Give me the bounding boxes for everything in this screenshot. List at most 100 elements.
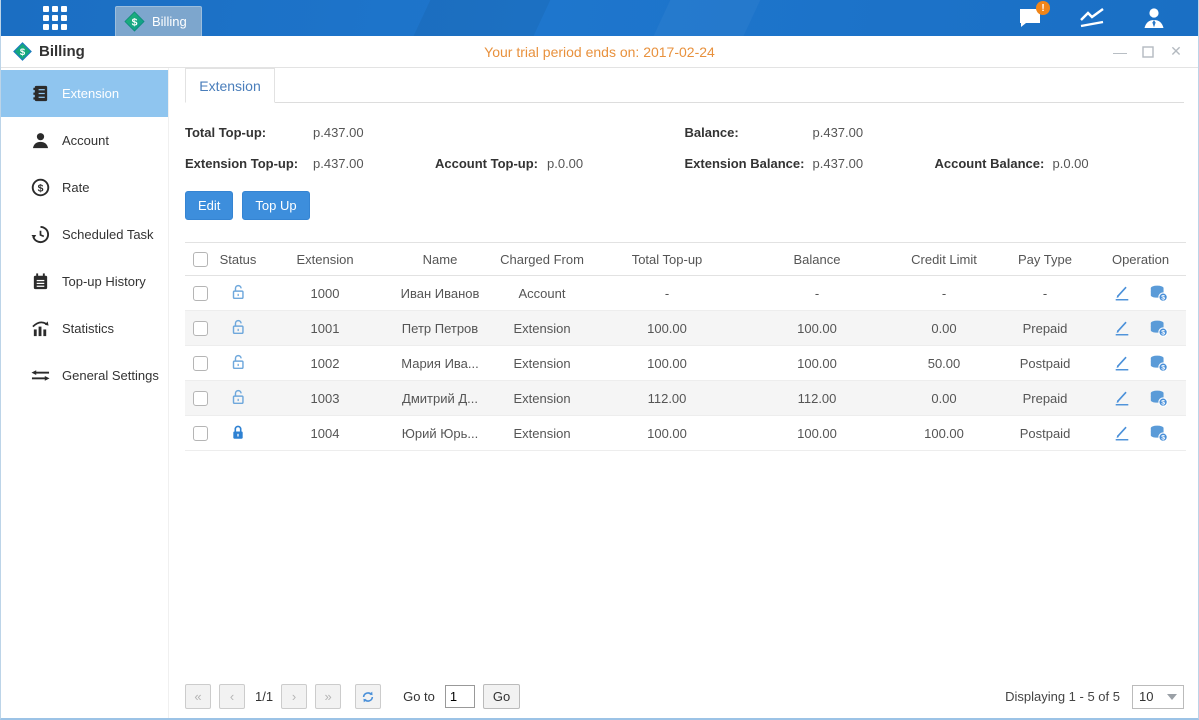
edit-row-icon[interactable] <box>1113 354 1131 372</box>
cell-total-topup: 112.00 <box>593 381 741 416</box>
table-row[interactable]: 1004 Юрий Юрь... Extension 100.00 100.00… <box>185 416 1186 451</box>
select-all-checkbox[interactable] <box>193 252 208 267</box>
page-indicator: 1/1 <box>255 689 273 704</box>
minimize-icon[interactable]: — <box>1112 44 1128 60</box>
sidebar-item-label: Statistics <box>62 321 114 336</box>
table-row[interactable]: 1003 Дмитрий Д... Extension 112.00 112.0… <box>185 381 1186 416</box>
sidebar-item-label: Scheduled Task <box>62 227 154 242</box>
row-checkbox[interactable] <box>193 391 208 406</box>
goto-page-input[interactable] <box>445 685 475 708</box>
taskbar-tab-billing[interactable]: $ Billing <box>115 6 202 36</box>
table-row[interactable]: 1002 Мария Ива... Extension 100.00 100.0… <box>185 346 1186 381</box>
svg-text:$: $ <box>20 47 26 58</box>
edit-row-icon[interactable] <box>1113 424 1131 442</box>
sidebar-item-rate[interactable]: $ Rate <box>1 164 168 211</box>
displaying-text: Displaying 1 - 5 of 5 <box>1005 689 1120 704</box>
sidebar-item-label: Rate <box>62 180 89 195</box>
total-topup-label: Total Top-up: <box>185 125 313 140</box>
go-button[interactable]: Go <box>483 684 520 709</box>
table-row[interactable]: 1000 Иван Иванов Account - - - - $ <box>185 276 1186 311</box>
col-header-charged-from: Charged From <box>491 243 593 276</box>
cell-extension: 1001 <box>261 311 389 346</box>
next-page-button[interactable]: › <box>281 684 307 709</box>
row-checkbox[interactable] <box>193 426 208 441</box>
status-lock-icon <box>229 394 247 409</box>
svg-text:$: $ <box>1161 399 1165 406</box>
topup-row-icon[interactable]: $ <box>1149 389 1169 408</box>
status-lock-icon <box>229 429 247 444</box>
topup-row-icon[interactable]: $ <box>1149 354 1169 373</box>
sidebar-item-topup-history[interactable]: Top-up History <box>1 258 168 305</box>
cell-balance: 100.00 <box>741 346 893 381</box>
topup-row-icon[interactable]: $ <box>1149 319 1169 338</box>
row-checkbox[interactable] <box>193 321 208 336</box>
cell-extension: 1003 <box>261 381 389 416</box>
sliders-icon <box>31 366 50 385</box>
sidebar-item-account[interactable]: Account <box>1 117 168 164</box>
account-topup-value: p.0.00 <box>547 156 583 171</box>
svg-text:$: $ <box>1161 364 1165 371</box>
billing-dollar-diamond-icon: $ <box>13 42 32 61</box>
sidebar-item-scheduled-task[interactable]: Scheduled Task <box>1 211 168 258</box>
row-checkbox[interactable] <box>193 286 208 301</box>
svg-text:$: $ <box>38 183 44 194</box>
dollar-circle-icon: $ <box>31 178 50 197</box>
refresh-icon <box>361 690 375 704</box>
cell-pay-type: Prepaid <box>995 311 1095 346</box>
refresh-button[interactable] <box>355 684 381 709</box>
page-size-select[interactable]: 10 <box>1132 685 1184 709</box>
topup-button[interactable]: Top Up <box>242 191 309 220</box>
cell-extension: 1004 <box>261 416 389 451</box>
col-header-pay-type: Pay Type <box>995 243 1095 276</box>
cell-balance: 100.00 <box>741 311 893 346</box>
edit-button[interactable]: Edit <box>185 191 233 220</box>
cell-name: Дмитрий Д... <box>389 381 491 416</box>
edit-row-icon[interactable] <box>1113 389 1131 407</box>
sidebar-item-general-settings[interactable]: General Settings <box>1 352 168 399</box>
cell-credit-limit: 0.00 <box>893 381 995 416</box>
cell-extension: 1000 <box>261 276 389 311</box>
reports-button[interactable] <box>1078 5 1106 31</box>
messages-button[interactable]: ! <box>1016 5 1044 31</box>
table-row[interactable]: 1001 Петр Петров Extension 100.00 100.00… <box>185 311 1186 346</box>
col-header-total-topup: Total Top-up <box>593 243 741 276</box>
col-header-name: Name <box>389 243 491 276</box>
sidebar-item-label: Top-up History <box>62 274 146 289</box>
col-header-status: Status <box>215 243 261 276</box>
billing-app-window: $ Billing ! <box>0 0 1199 720</box>
svg-text:$: $ <box>1161 329 1165 336</box>
user-account-button[interactable] <box>1140 5 1168 31</box>
extension-balance-value: p.437.00 <box>813 156 935 171</box>
edit-row-icon[interactable] <box>1113 284 1131 302</box>
close-icon[interactable]: ✕ <box>1168 44 1184 60</box>
cell-pay-type: - <box>995 276 1095 311</box>
topup-row-icon[interactable]: $ <box>1149 424 1169 443</box>
cell-balance: 112.00 <box>741 381 893 416</box>
cell-credit-limit: - <box>893 276 995 311</box>
toolbar: Edit Top Up <box>185 191 1184 220</box>
prev-page-button[interactable]: ‹ <box>219 684 245 709</box>
account-balance-label: Account Balance: <box>935 156 1053 171</box>
window-title-text: Billing <box>39 43 85 60</box>
maximize-icon[interactable] <box>1140 44 1156 60</box>
svg-text:$: $ <box>1161 294 1165 301</box>
sidebar-item-label: Account <box>62 133 109 148</box>
sidebar-item-statistics[interactable]: Statistics <box>1 305 168 352</box>
trial-message: Your trial period ends on: 2017-02-24 <box>1 44 1198 60</box>
row-checkbox[interactable] <box>193 356 208 371</box>
cell-total-topup: 100.00 <box>593 416 741 451</box>
app-grid-icon[interactable] <box>37 4 73 32</box>
sidebar-item-extension[interactable]: Extension <box>1 70 168 117</box>
cell-name: Мария Ива... <box>389 346 491 381</box>
account-topup-label: Account Top-up: <box>435 156 547 171</box>
cell-name: Юрий Юрь... <box>389 416 491 451</box>
first-page-button[interactable]: « <box>185 684 211 709</box>
top-bar: $ Billing ! <box>1 0 1198 36</box>
extension-balance-label: Extension Balance: <box>685 156 813 171</box>
last-page-button[interactable]: » <box>315 684 341 709</box>
topup-row-icon[interactable]: $ <box>1149 284 1169 303</box>
person-icon <box>31 131 50 150</box>
edit-row-icon[interactable] <box>1113 319 1131 337</box>
tab-extension[interactable]: Extension <box>185 68 275 103</box>
status-lock-icon <box>229 324 247 339</box>
